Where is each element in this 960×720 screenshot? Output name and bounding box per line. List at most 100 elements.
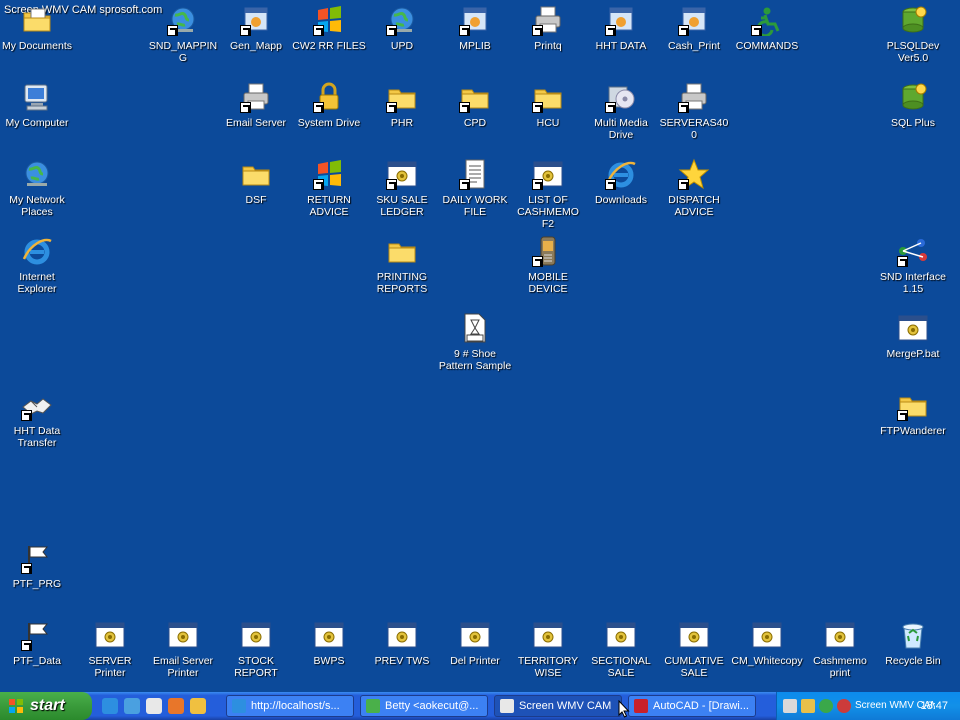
desktop-icon-system-drive[interactable]: System Drive: [292, 81, 366, 129]
desktop-icon-cm-whitecopy[interactable]: CM_Whitecopy: [730, 619, 804, 667]
desktop-icon-mplib[interactable]: MPLIB: [438, 4, 512, 52]
desktop-icon-label: PTF_PRG: [12, 578, 62, 590]
desktop-icon-label: UPD: [390, 40, 414, 52]
desktop[interactable]: Screen WMV CAM sprosoft.com My Documents…: [0, 0, 960, 692]
internet-explorer-icon[interactable]: [102, 698, 118, 714]
desktop-icon-snd-mapping[interactable]: SND_MAPPING: [146, 4, 220, 64]
library-app-icon: [459, 4, 491, 36]
desktop-icon-dsf[interactable]: DSF: [219, 158, 293, 206]
desktop-icon-email-server[interactable]: Email Server: [219, 81, 293, 129]
desktop-icon-ftpwanderer[interactable]: FTPWanderer: [876, 389, 950, 437]
desktop-icon-territory-wise[interactable]: TERRITORY WISE: [511, 619, 585, 679]
taskbar-button-messenger[interactable]: Betty <aokecut@...: [360, 695, 488, 717]
desktop-icon-label: Email Server: [225, 117, 287, 129]
desktop-icon-recycle-bin[interactable]: Recycle Bin: [876, 619, 950, 667]
start-button[interactable]: start: [0, 692, 92, 720]
desktop-icon-printq[interactable]: Printq: [511, 4, 585, 52]
desktop-icon-daily-work-file[interactable]: DAILY WORK FILE: [438, 158, 512, 218]
desktop-icon-label: Cash_Print: [668, 40, 720, 52]
network-tray-icon[interactable]: [783, 699, 797, 713]
desktop-icon-sectional-sale[interactable]: SECTIONAL SALE: [584, 619, 658, 679]
desktop-icon-snd-interface-1-15[interactable]: SND Interface 1.15: [876, 235, 950, 295]
internet-explorer-icon: [21, 235, 53, 267]
desktop-icon-label: SQL Plus: [891, 117, 935, 129]
desktop-icon-label: COMMANDS: [735, 40, 799, 52]
recycle-bin-icon: [897, 619, 929, 651]
printer-icon: [678, 81, 710, 113]
desktop-icon-printing-reports[interactable]: PRINTING REPORTS: [365, 235, 439, 295]
outlook-icon[interactable]: [190, 698, 206, 714]
internet-explorer-icon: [232, 699, 246, 713]
desktop-icon-commands[interactable]: COMMANDS: [730, 4, 804, 52]
taskbar-button-screen-cam[interactable]: Screen WMV CAM: [494, 695, 622, 717]
shortcut-arrow-icon: [386, 179, 397, 190]
desktop-icon-bwps[interactable]: BWPS: [292, 619, 366, 667]
desktop-icon-my-network-places[interactable]: My Network Places: [0, 158, 74, 218]
desktop-icon-ptf-data[interactable]: PTF_Data: [0, 619, 74, 667]
windows-media-icon[interactable]: [124, 698, 140, 714]
desktop-icon-downloads[interactable]: Downloads: [584, 158, 658, 206]
taskbar-button-internet-explorer[interactable]: http://localhost/s...: [226, 695, 354, 717]
desktop-icon-cumlative-sale[interactable]: CUMLATIVE SALE: [657, 619, 731, 679]
shortcut-arrow-icon: [605, 102, 616, 113]
desktop-icon-server-printer[interactable]: SERVER Printer: [73, 619, 147, 679]
desktop-icon-dispatch-advice[interactable]: DISPATCH ADVICE: [657, 158, 731, 218]
batch-file-icon: [459, 619, 491, 651]
desktop-icon-label: TERRITORY WISE: [517, 655, 579, 679]
desktop-icon-cw2-rr-files[interactable]: CW2 RR FILES: [292, 4, 366, 52]
antivirus-tray-icon[interactable]: [837, 699, 851, 713]
batch-file-icon: [897, 312, 929, 344]
desktop-icon-plsqldev-ver5-0[interactable]: PLSQLDev Ver5.0: [876, 4, 950, 64]
mouse-cursor-icon: [618, 700, 630, 718]
desktop-icon-stock-report[interactable]: STOCK REPORT: [219, 619, 293, 679]
plsql-developer-icon: [897, 4, 929, 36]
start-label: start: [30, 697, 65, 714]
media-player-icon[interactable]: [146, 698, 162, 714]
desktop-icon-return-advice[interactable]: RETURN ADVICE: [292, 158, 366, 218]
shortcut-arrow-icon: [459, 179, 470, 190]
desktop-icon-cpd[interactable]: CPD: [438, 81, 512, 129]
desktop-icon-list-of-cashmemo-f2[interactable]: LIST OF CASHMEMO F2: [511, 158, 585, 230]
desktop-icon-my-computer[interactable]: My Computer: [0, 81, 74, 129]
desktop-icon-cash-print[interactable]: Cash_Print: [657, 4, 731, 52]
desktop-icon-mergep-bat[interactable]: MergeP.bat: [876, 312, 950, 360]
desktop-icon-hht-data-transfer[interactable]: HHT Data Transfer: [0, 389, 74, 449]
network-places-icon: [21, 158, 53, 190]
desktop-icon-hcu[interactable]: HCU: [511, 81, 585, 129]
my-computer-icon: [21, 81, 53, 113]
clock[interactable]: 18:47: [920, 692, 948, 720]
desktop-icon-sql-plus[interactable]: SQL Plus: [876, 81, 950, 129]
firefox-icon[interactable]: [168, 698, 184, 714]
desktop-icon-label: PHR: [390, 117, 414, 129]
desktop-icon-sku-sale-ledger[interactable]: SKU SALE LEDGER: [365, 158, 439, 218]
shortcut-arrow-icon: [386, 102, 397, 113]
desktop-icon-cashmemo-print[interactable]: Cashmemo print: [803, 619, 877, 679]
desktop-icon-label: SND_MAPPING: [148, 40, 218, 64]
desktop-icon-9-shoe-pattern-sample[interactable]: 9 # Shoe Pattern Sample: [438, 312, 512, 372]
shortcut-arrow-icon: [167, 25, 178, 36]
desktop-icon-mobile-device[interactable]: MOBILE DEVICE: [511, 235, 585, 295]
desktop-icon-internet-explorer[interactable]: Internet Explorer: [0, 235, 74, 295]
desktop-icon-email-server-printer[interactable]: Email Server Printer: [146, 619, 220, 679]
desktop-icon-gen-mapp[interactable]: Gen_Mapp: [219, 4, 293, 52]
desktop-icon-phr[interactable]: PHR: [365, 81, 439, 129]
desktop-icon-multi-media-drive[interactable]: Multi Media Drive: [584, 81, 658, 141]
desktop-icon-label: STOCK REPORT: [234, 655, 278, 679]
taskbar-button-autocad[interactable]: AutoCAD - [Drawi...: [628, 695, 756, 717]
desktop-icon-hht-data[interactable]: HHT DATA: [584, 4, 658, 52]
mobile-device-icon: [532, 235, 564, 267]
internet-explorer-icon: [605, 158, 637, 190]
batch-file-icon: [167, 619, 199, 651]
autocad-icon: [634, 699, 648, 713]
desktop-icon-serveras400[interactable]: SERVERAS400: [657, 81, 731, 141]
dxf-file-icon: [459, 312, 491, 344]
desktop-icon-del-printer[interactable]: Del Printer: [438, 619, 512, 667]
desktop-icon-my-documents[interactable]: My Documents: [0, 4, 74, 52]
messenger-tray-icon[interactable]: [801, 699, 815, 713]
cash-print-icon: [678, 4, 710, 36]
shortcut-arrow-icon: [678, 25, 689, 36]
desktop-icon-prev-tws[interactable]: PREV TWS: [365, 619, 439, 667]
desktop-icon-upd[interactable]: UPD: [365, 4, 439, 52]
desktop-icon-ptf-prg[interactable]: PTF_PRG: [0, 542, 74, 590]
security-tray-icon[interactable]: [819, 699, 833, 713]
